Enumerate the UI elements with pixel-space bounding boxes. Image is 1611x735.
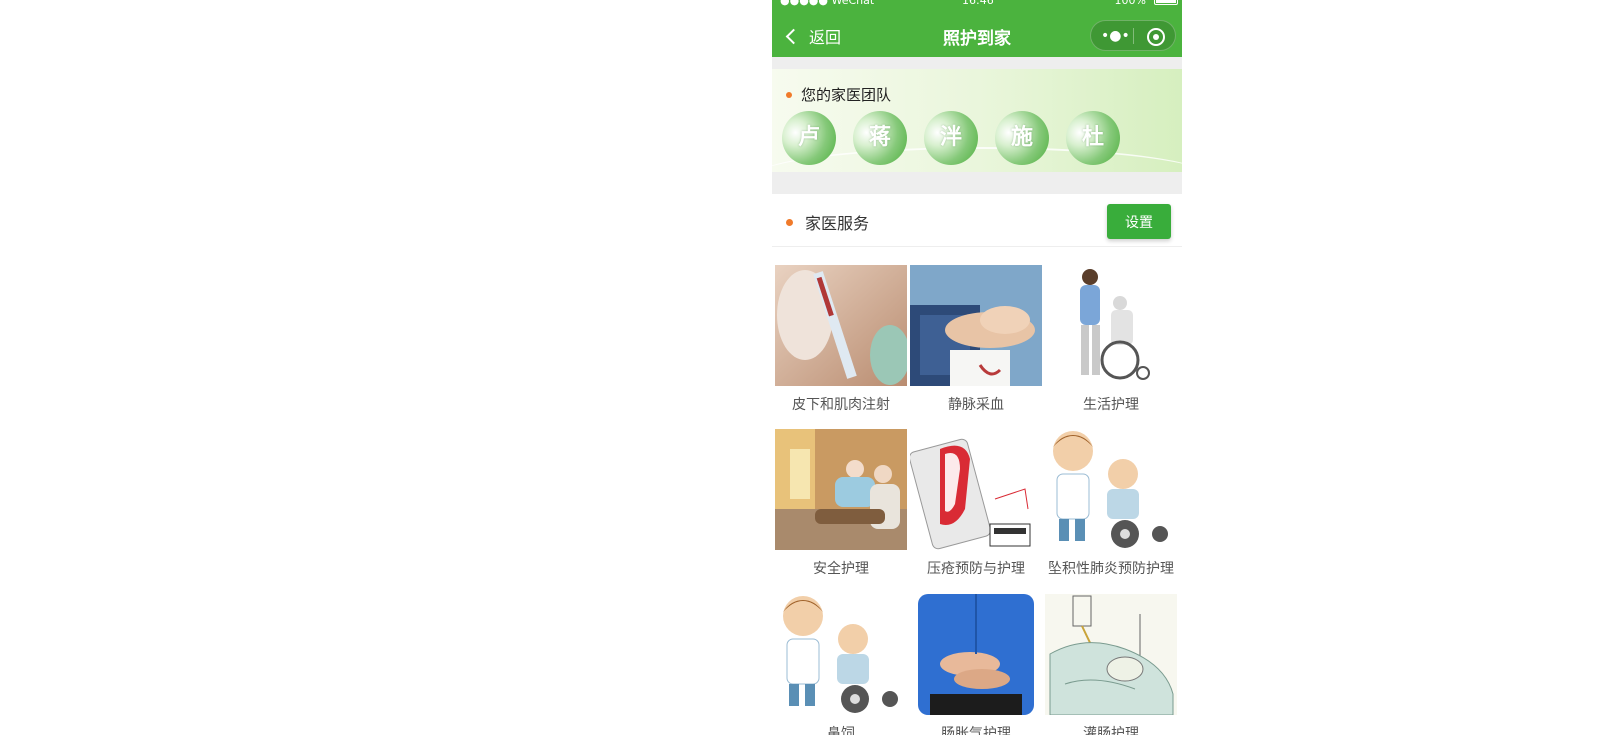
service-label: 安全护理 xyxy=(813,561,869,577)
service-item[interactable]: 坠积性肺炎预防护理 xyxy=(1045,429,1177,578)
bullet-icon xyxy=(786,218,793,226)
close-miniprogram-icon[interactable] xyxy=(1147,28,1165,46)
wheelchair-care-photo xyxy=(1045,265,1177,386)
service-label: 皮下和肌肉注射 xyxy=(792,397,890,413)
doctor-avatar[interactable]: 蒋 xyxy=(853,111,907,165)
phone-screen: ●●●●● WeChat 16:46 100% 返回 照护到家 •●• 您的家医… xyxy=(772,0,1182,735)
service-item[interactable]: 皮下和肌肉注射 xyxy=(775,265,907,414)
service-label: 生活护理 xyxy=(1083,397,1139,413)
nasal-feeding-illustration xyxy=(775,594,907,715)
capsule-divider xyxy=(1133,28,1134,44)
battery-icon xyxy=(1154,0,1178,5)
nav-bar: ●●●●● WeChat 16:46 100% 返回 照护到家 •●• xyxy=(772,0,1182,57)
blood-draw-photo xyxy=(910,265,1042,386)
service-label: 坠积性肺炎预防护理 xyxy=(1048,561,1174,577)
services-title: 家医服务 xyxy=(786,210,869,234)
service-item[interactable]: 肠胀气护理 xyxy=(910,594,1042,735)
safety-care-photo xyxy=(775,429,907,550)
flatulence-care-photo xyxy=(910,594,1042,715)
doctor-avatar[interactable]: 施 xyxy=(995,111,1049,165)
more-icon[interactable]: •●• xyxy=(1101,29,1130,43)
service-item[interactable]: 静脉采血 xyxy=(910,265,1042,414)
doctor-avatar[interactable]: 卢 xyxy=(782,111,836,165)
service-label: 肠胀气护理 xyxy=(941,726,1011,735)
carrier-label: ●●●●● WeChat xyxy=(780,0,875,7)
service-item[interactable]: 安全护理 xyxy=(775,429,907,578)
decorative-wave xyxy=(772,147,1182,172)
team-title: 您的家医团队 xyxy=(786,84,891,105)
service-label: 静脉采血 xyxy=(948,397,1004,413)
service-label: 压疮预防与护理 xyxy=(927,561,1025,577)
service-item[interactable]: 生活护理 xyxy=(1045,265,1177,414)
battery-label: 100% xyxy=(1114,0,1146,7)
mini-program-capsule: •●• xyxy=(1090,20,1176,51)
section-gap xyxy=(772,57,1182,69)
enema-care-illustration xyxy=(1045,594,1177,715)
clock-label: 16:46 xyxy=(962,0,994,7)
service-item[interactable]: 压疮预防与护理 xyxy=(910,429,1042,578)
service-item[interactable]: 灌肠护理 xyxy=(1045,594,1177,735)
pneumonia-care-illustration xyxy=(1045,429,1177,550)
doctor-avatar[interactable]: 泮 xyxy=(924,111,978,165)
services-header: 家医服务 设置 xyxy=(772,194,1182,247)
services-title-label: 家医服务 xyxy=(805,214,870,233)
service-label: 鼻饲 xyxy=(827,726,855,735)
status-bar: ●●●●● WeChat 16:46 100% xyxy=(772,0,1182,8)
service-item[interactable]: 鼻饲 xyxy=(775,594,907,735)
injection-photo xyxy=(775,265,907,386)
bullet-icon xyxy=(786,91,792,98)
service-label: 灌肠护理 xyxy=(1083,726,1139,735)
team-title-label: 您的家医团队 xyxy=(801,86,892,104)
family-doctor-team-card: 您的家医团队 卢 蒋 泮 施 杜 xyxy=(772,69,1182,172)
pressure-ulcer-illustration xyxy=(910,429,1042,550)
settings-button[interactable]: 设置 xyxy=(1107,204,1171,239)
doctor-avatar[interactable]: 杜 xyxy=(1066,111,1120,165)
section-gap xyxy=(772,172,1182,194)
